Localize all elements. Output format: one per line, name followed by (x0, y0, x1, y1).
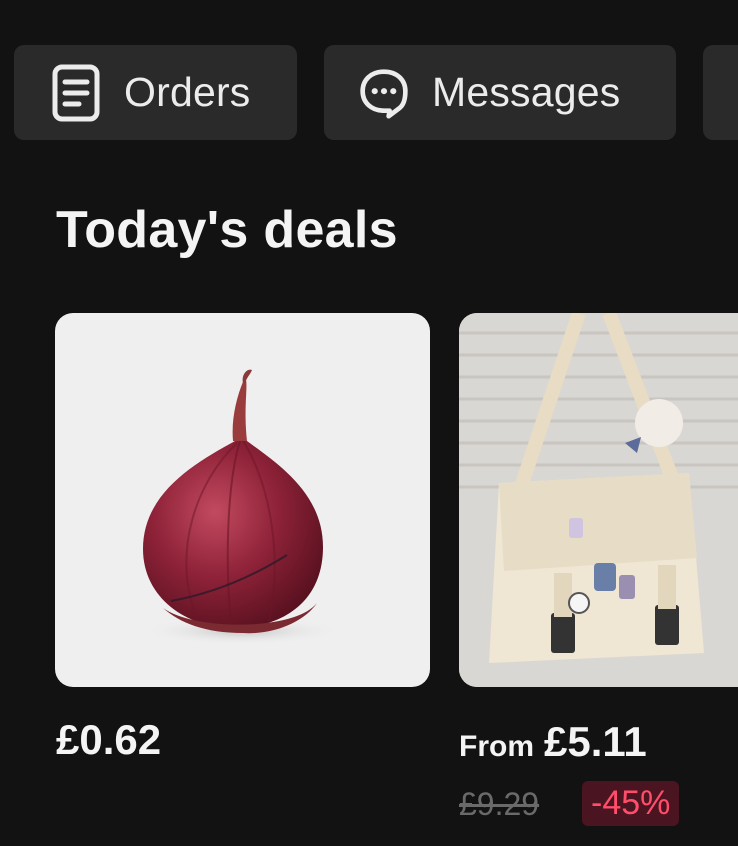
original-price: £9.29 (459, 786, 540, 822)
orders-label: Orders (124, 69, 251, 115)
section-title: Today's deals (56, 201, 398, 259)
deal-price: £0.62 (56, 716, 162, 763)
quick-actions-row: Orders Messages (14, 45, 738, 141)
bag-illustration (459, 313, 738, 687)
page: Orders Messages Today's deals £0.62 From… (0, 0, 738, 846)
discount-badge: -45% (582, 781, 680, 826)
deal-image-red-onion[interactable] (55, 313, 430, 687)
onion-illustration (142, 369, 342, 645)
document-icon (50, 64, 102, 122)
messages-label: Messages (432, 69, 621, 115)
price-value: £5.11 (544, 718, 647, 765)
orders-button[interactable]: Orders (14, 45, 297, 140)
more-quick-action-button[interactable] (703, 45, 738, 140)
deal-image-messenger-bag[interactable] (459, 313, 738, 687)
price-prefix: From (459, 730, 534, 763)
messages-button[interactable]: Messages (324, 45, 676, 140)
deal-price: From £5.11 (459, 718, 647, 766)
chat-bubble-icon (358, 64, 410, 122)
